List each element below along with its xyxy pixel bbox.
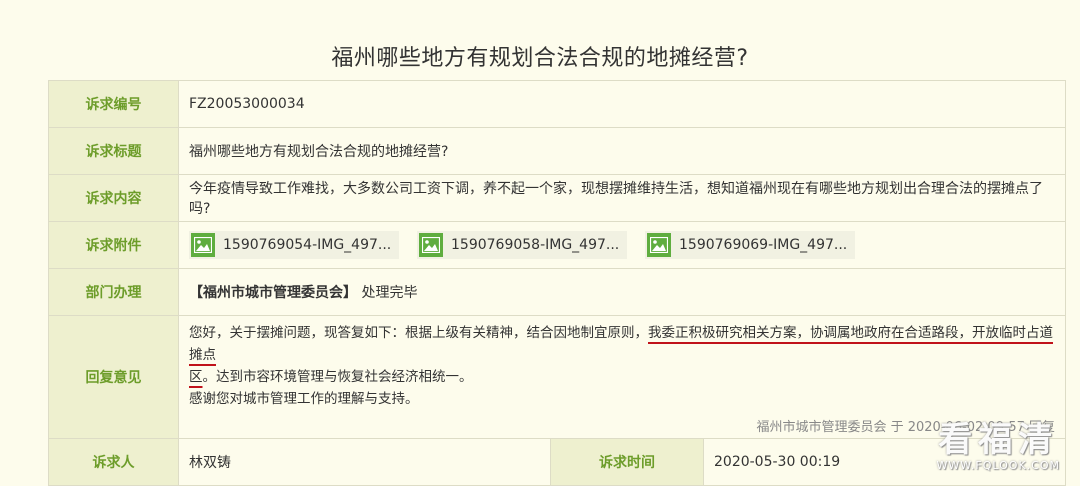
- row-attachments: 诉求附件 1590769054-IMG_497... 1590769058-IM…: [48, 221, 1067, 269]
- attachment-item[interactable]: 1590769054-IMG_497...: [189, 231, 399, 259]
- id-label: 诉求编号: [48, 80, 179, 128]
- attachment-list: 1590769054-IMG_497... 1590769058-IMG_497…: [189, 231, 1055, 259]
- image-file-icon: [647, 233, 671, 257]
- site-watermark: 看福清 WWW.FQLOOK.COM: [937, 412, 1060, 472]
- watermark-url: WWW.FQLOOK.COM: [936, 459, 1060, 472]
- reply-meta: 福州市城市管理委员会 于 2020-06-02 09:57 回复: [756, 420, 1056, 435]
- row-department: 部门办理 【福州市城市管理委员会】 处理完毕: [48, 268, 1067, 316]
- row-subject: 诉求标题 福州哪些地方有规划合法合规的地摊经营?: [48, 127, 1067, 175]
- reply-segment: 。达到市容环境管理与恢复社会经济相统一。: [202, 369, 473, 385]
- image-file-icon: [419, 233, 443, 257]
- attachment-item[interactable]: 1590769069-IMG_497...: [645, 231, 855, 259]
- row-id: 诉求编号 FZ20053000034: [48, 80, 1067, 128]
- subject-label: 诉求标题: [48, 127, 179, 175]
- department-label: 部门办理: [48, 268, 179, 316]
- attachment-item[interactable]: 1590769058-IMG_497...: [417, 231, 627, 259]
- request-detail-table: 诉求编号 FZ20053000034 诉求标题 福州哪些地方有规划合法合规的地摊…: [48, 80, 1067, 486]
- attachment-name: 1590769058-IMG_497...: [451, 237, 620, 253]
- requester-value: 林双铸: [178, 438, 551, 486]
- requester-label: 诉求人: [48, 438, 179, 486]
- row-reply: 回复意见 您好，关于摆摊问题，现答复如下：根据上级有关精神，结合因地制宜原则，我…: [48, 315, 1067, 439]
- id-value: FZ20053000034: [177, 80, 1067, 128]
- attachment-name: 1590769069-IMG_497...: [679, 237, 848, 253]
- page-title: 福州哪些地方有规划合法合规的地摊经营?: [331, 46, 749, 71]
- handling-status: 处理完毕: [361, 285, 418, 301]
- attachment-name: 1590769054-IMG_497...: [223, 237, 392, 253]
- highlighted-segment-end: 区: [189, 369, 203, 385]
- department-name: 【福州市城市管理委员会】: [189, 285, 357, 301]
- attachments-label: 诉求附件: [48, 221, 179, 269]
- reply-label: 回复意见: [48, 315, 179, 439]
- reply-segment: 您好，关于摆摊问题，现答复如下：根据上级有关精神，结合因地制宜原则，: [189, 325, 648, 341]
- reply-thanks: 感谢您对城市管理工作的理解与支持。: [189, 391, 419, 407]
- row-requester: 诉求人 林双铸 诉求时间 2020-05-30 00:19: [48, 438, 1067, 486]
- row-content: 诉求内容 今年疫情导致工作难找，大多数公司工资下调，养不起一个家，现想摆摊维持生…: [48, 174, 1067, 222]
- content-value: 今年疫情导致工作难找，大多数公司工资下调，养不起一个家，现想摆摊维持生活，想知道…: [177, 174, 1067, 222]
- time-label: 诉求时间: [550, 438, 704, 486]
- subject-value: 福州哪些地方有规划合法合规的地摊经营?: [177, 127, 1067, 175]
- reply-text: 您好，关于摆摊问题，现答复如下：根据上级有关精神，结合因地制宜原则，我委正积极研…: [189, 316, 1055, 410]
- content-label: 诉求内容: [48, 174, 179, 222]
- watermark-logo: 看福清: [938, 420, 1059, 460]
- image-file-icon: [191, 233, 215, 257]
